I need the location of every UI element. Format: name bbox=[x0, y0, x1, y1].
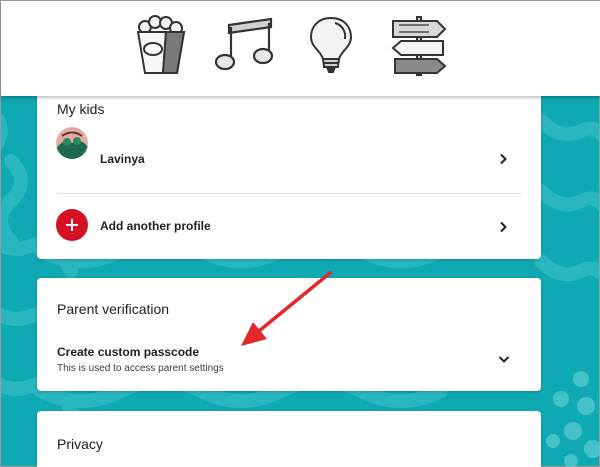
passcode-title: Create custom passcode bbox=[57, 345, 200, 359]
profile-name: Lavinya bbox=[100, 152, 145, 166]
parent-verification-card: Parent verification Create custom passco… bbox=[37, 278, 541, 391]
passcode-description: This is used to access parent settings bbox=[57, 363, 224, 374]
profile-row-lavinya[interactable]: Lavinya bbox=[37, 121, 541, 173]
add-profile-label: Add another profile bbox=[100, 219, 211, 233]
chevron-down-icon bbox=[498, 356, 510, 363]
popcorn-icon[interactable] bbox=[133, 15, 189, 77]
card-title: Privacy bbox=[57, 436, 103, 452]
card-title: Parent verification bbox=[57, 301, 170, 317]
avatar bbox=[56, 127, 88, 159]
add-profile-row[interactable]: Add another profile bbox=[37, 194, 541, 254]
add-profile-button[interactable] bbox=[56, 209, 88, 241]
music-note-icon[interactable] bbox=[213, 15, 275, 75]
signpost-icon[interactable] bbox=[389, 15, 449, 77]
plus-icon bbox=[66, 219, 78, 231]
card-title: My kids bbox=[57, 101, 105, 117]
chevron-right-icon bbox=[500, 221, 507, 233]
privacy-card[interactable]: Privacy bbox=[37, 411, 541, 467]
create-passcode-row[interactable]: Create custom passcode This is used to a… bbox=[37, 333, 541, 388]
lightbulb-icon[interactable] bbox=[307, 15, 355, 77]
top-navigation-bar bbox=[1, 1, 600, 96]
my-kids-card: My kids Lavinya Add another profile bbox=[37, 81, 541, 259]
chevron-right-icon bbox=[500, 153, 507, 165]
